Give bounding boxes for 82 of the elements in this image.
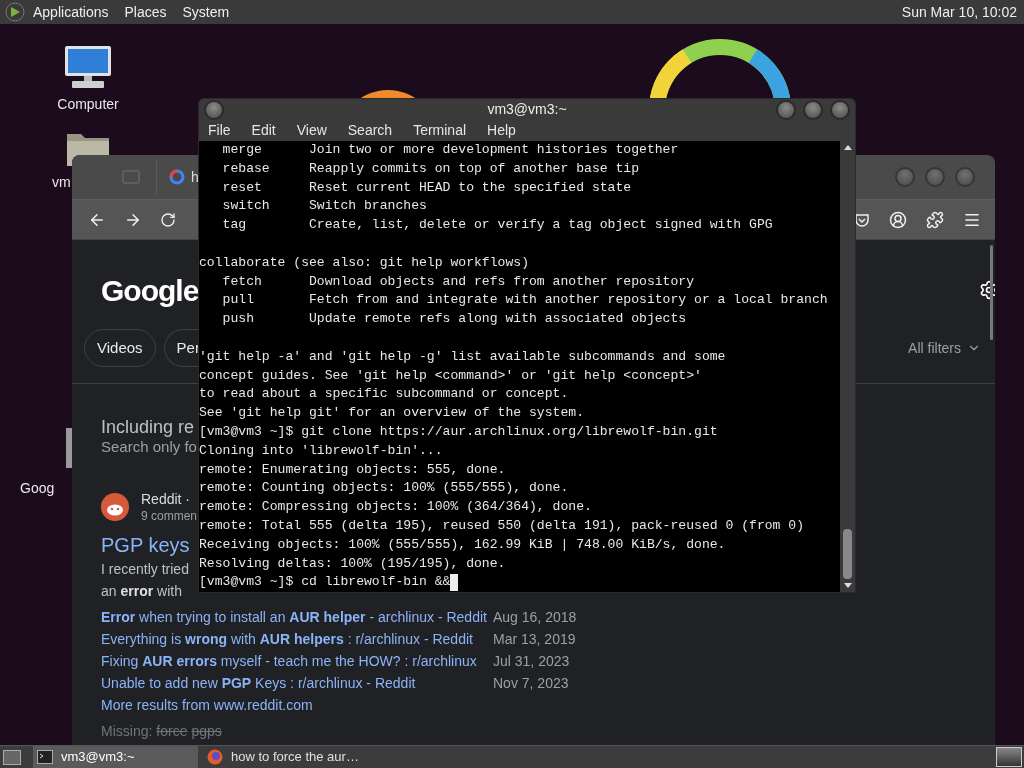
result-date: Nov 7, 2023 — [493, 674, 570, 693]
menu-item[interactable]: File — [208, 120, 231, 141]
play-icon[interactable] — [5, 2, 25, 22]
desktop-icon-label[interactable]: Computer — [57, 94, 119, 115]
terminal-line: remote: Counting objects: 100% (555/555), done. — [199, 479, 569, 498]
result-snippet: an error with — [101, 582, 182, 601]
google-icon — [169, 169, 185, 185]
settings-icon[interactable] — [979, 280, 995, 300]
terminal-line: Receiving objects: 100% (555/555), 162.99 KiB | 748.00 KiB/s, done. — [199, 535, 726, 554]
terminal-line: fetch Download objects and refs from another repository — [221, 272, 695, 291]
task-button[interactable]: vm3@vm3:~ — [33, 746, 198, 768]
browser-icon — [207, 749, 223, 765]
window-control-icon[interactable] — [830, 99, 850, 120]
more-results-link[interactable]: More results from www.reddit.com — [101, 694, 313, 716]
clock[interactable]: Sun Mar 10, 10:02 — [901, 1, 1017, 23]
task-button[interactable]: how to force the aur… — [203, 746, 368, 768]
result-link[interactable]: Fixing AUR errors myself - teach me the HOW? : r/archlinux — [101, 650, 493, 672]
menu-item[interactable]: Terminal — [413, 120, 467, 141]
result-date: Mar 13, 2019 — [493, 630, 577, 649]
desktop-icon-label[interactable]: Goog — [20, 478, 55, 499]
source-name[interactable]: Reddit · — [141, 490, 198, 508]
source-meta: 9 commen — [141, 508, 198, 524]
reddit-icon — [101, 493, 129, 521]
window-control-icon[interactable] — [776, 99, 796, 120]
terminal-line: Resolving deltas: 100% (195/195), done. — [199, 554, 506, 573]
terminal-line: concept guides. See 'git help <command>' or 'git help <concept>' — [199, 366, 702, 385]
file-icon — [66, 428, 72, 468]
computer-icon — [62, 44, 114, 90]
scrollbar[interactable] — [990, 245, 993, 340]
notice-subtitle[interactable]: Search only fo — [101, 438, 197, 456]
terminal-line: Cloning into 'librewolf-bin'... — [199, 441, 443, 460]
workspace-switcher[interactable] — [996, 747, 1022, 767]
window-control-icon[interactable] — [803, 99, 823, 120]
extensions-icon[interactable] — [926, 210, 944, 229]
terminal-line: tag Create, list, delete or verify a tag object signed with GPG — [221, 216, 773, 235]
result-snippet: I recently tried — [101, 560, 189, 579]
terminal-line: switch Switch branches — [221, 197, 427, 216]
menu-item[interactable]: Help — [487, 120, 516, 141]
terminal-line: 'git help -a' and 'git help -g' list available subcommands and some — [199, 347, 726, 366]
result-link[interactable]: Unable to add new PGP Keys : r/archlinux - Reddit — [101, 672, 493, 694]
panel-menu[interactable]: System — [182, 1, 230, 23]
terminal-line: rebase Reapply commits on top of another base tip — [221, 159, 640, 178]
terminal-line: [vm3@vm3 ~]$ cd librewolf-bin && — [199, 573, 451, 592]
scroll-down-icon[interactable] — [843, 583, 852, 589]
show-desktop-icon[interactable] — [3, 749, 21, 765]
menu-item[interactable]: View — [296, 120, 327, 141]
all-filters-button[interactable]: All filters — [908, 337, 981, 359]
missing-term: pgps — [191, 722, 222, 741]
menu-item[interactable]: Search — [347, 120, 393, 141]
pocket-icon[interactable] — [854, 211, 870, 228]
result-link[interactable]: Error when trying to install an AUR helper - archlinux - Reddit — [101, 606, 493, 628]
account-icon[interactable] — [889, 210, 907, 229]
terminal-line: to read about a specific subcommand or concept. — [199, 385, 569, 404]
terminal-line: merge Join two or more development histories together — [221, 141, 679, 159]
result-title[interactable]: PGP keys — [101, 532, 190, 558]
terminal-line: remote: Enumerating objects: 555, done. — [199, 460, 506, 479]
missing-term: force — [156, 722, 188, 741]
scroll-up-icon[interactable] — [843, 145, 852, 150]
window-title: vm3@vm3:~ — [486, 100, 568, 119]
missing-label: Missing: — [101, 722, 153, 741]
window-control-icon[interactable] — [204, 99, 224, 120]
result-date: Aug 16, 2018 — [493, 608, 578, 627]
scroll-thumb[interactable] — [843, 529, 852, 580]
notice-title: Including re — [101, 416, 195, 438]
menu-item[interactable]: Edit — [251, 120, 276, 141]
reload-icon[interactable] — [160, 211, 176, 228]
panel-menu[interactable]: Applications — [33, 1, 109, 23]
google-logo[interactable]: Google — [101, 267, 199, 313]
terminal-line: pull Fetch from and integrate with another repository or a local branch — [221, 291, 828, 310]
terminal-line: reset Reset current HEAD to the specified state — [221, 178, 632, 197]
terminal-line: remote: Compressing objects: 100% (364/364), done. — [199, 498, 592, 517]
scrollbar[interactable] — [840, 141, 855, 593]
panel-menu[interactable]: Places — [124, 1, 167, 23]
terminal-icon — [37, 750, 53, 764]
result-link[interactable]: Everything is wrong with AUR helpers : r/archlinux - Reddit — [101, 628, 493, 650]
terminal-line: collaborate (see also: git help workflows) — [199, 253, 530, 272]
terminal-line: See 'git help git' for an overview of the system. — [199, 404, 585, 423]
terminal-line: push Update remote refs along with associated objects — [221, 310, 687, 329]
terminal-line: remote: Total 555 (delta 195), reused 550 (delta 191), pack-reused 0 (from 0) — [199, 516, 805, 535]
terminal-line: [vm3@vm3 ~]$ git clone https://aur.archlinux.org/librewolf-bin.git — [199, 422, 718, 441]
desktop-icon-label[interactable]: vm — [52, 172, 71, 193]
result-date: Jul 31, 2023 — [493, 652, 571, 671]
